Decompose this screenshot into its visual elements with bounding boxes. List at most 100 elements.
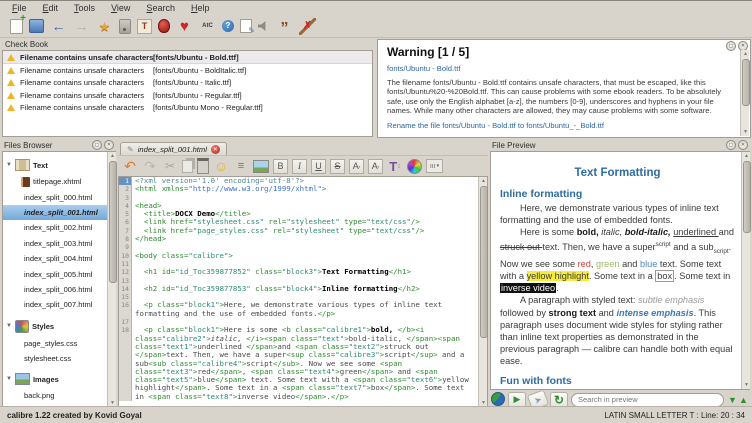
tree-item[interactable]: index_split_005.html: [3, 266, 115, 281]
line-number: 12: [119, 268, 132, 276]
scroll-down-icon[interactable]: ▼: [741, 128, 750, 136]
bold-icon[interactable]: B: [273, 159, 288, 174]
smiley-icon[interactable]: ☺: [213, 158, 229, 174]
tree-item[interactable]: stylesheet.css: [3, 351, 115, 366]
close-panel-icon[interactable]: [738, 140, 748, 150]
clean-broom-icon[interactable]: ✗: [299, 18, 316, 35]
code-text: <h2 id="id_Toc359877853" class="block4">…: [132, 285, 477, 293]
code-area[interactable]: 1<?xml version='1.0' encoding='utf-8'?>2…: [118, 176, 488, 408]
color-wheel-icon[interactable]: [407, 159, 422, 174]
scroll-down-icon[interactable]: ▼: [742, 381, 751, 389]
check-book-row[interactable]: Filename contains unsafe characters[font…: [3, 102, 372, 114]
tab-close-icon[interactable]: ✕: [211, 145, 220, 154]
check-book-bug-icon[interactable]: [158, 19, 170, 33]
scroll-up-icon[interactable]: ▲: [741, 50, 750, 58]
float-panel-icon[interactable]: [726, 41, 736, 51]
tree-item[interactable]: index_split_003.html: [3, 236, 115, 251]
change-case-icon[interactable]: ııı: [426, 159, 443, 173]
tree-item[interactable]: page_styles.css: [3, 336, 115, 351]
tree-item[interactable]: back.png: [3, 388, 115, 403]
save-icon[interactable]: [29, 19, 44, 33]
speaker-icon[interactable]: [258, 20, 270, 32]
file-name: index_split_007.html: [24, 300, 92, 309]
check-book-row[interactable]: Filename contains unsafe characters[font…: [3, 89, 372, 101]
editor-scrollbar[interactable]: ▲ ▼: [478, 177, 487, 407]
preview-scrollbar[interactable]: ▲ ▼: [741, 152, 750, 389]
tree-item[interactable]: index_split_007.html: [3, 297, 115, 312]
close-panel-icon[interactable]: [104, 140, 114, 150]
check-book-row[interactable]: Filename contains unsafe characters[font…: [3, 77, 372, 89]
underline-icon[interactable]: U: [311, 159, 326, 174]
new-file-icon[interactable]: [10, 19, 23, 34]
tree-section-images[interactable]: ▼Images: [3, 366, 115, 388]
menu-help[interactable]: Help: [183, 3, 218, 13]
editor-tab[interactable]: ✎ index_split_001.html ✕: [120, 142, 227, 155]
scroll-up-icon[interactable]: ▲: [742, 152, 751, 160]
code-line: 16 <p class="block1">Here, we demonstrat…: [119, 301, 487, 318]
font-icon[interactable]: T: [137, 19, 152, 34]
donate-heart-icon[interactable]: ♥: [176, 18, 193, 35]
menu-tools[interactable]: Tools: [66, 3, 103, 13]
preview-h1: Text Formatting: [500, 167, 735, 179]
check-book-row[interactable]: Filename contains unsafe characters[font…: [3, 51, 372, 64]
menu-file[interactable]: File: [4, 3, 35, 13]
disclosure-icon[interactable]: ▼: [6, 376, 12, 382]
help-icon[interactable]: ?: [222, 20, 234, 32]
check-message: Filename contains unsafe characters: [20, 103, 148, 112]
smarten-punctuation-icon[interactable]: ”: [276, 15, 293, 38]
menu-search[interactable]: Search: [138, 3, 183, 13]
scroll-up-icon[interactable]: ▲: [108, 152, 117, 160]
insert-image-icon[interactable]: [253, 160, 269, 173]
italic-icon[interactable]: I: [292, 159, 307, 174]
code-text: <link href="page_styles.css" rel="styles…: [132, 227, 477, 235]
float-panel-icon[interactable]: [726, 140, 736, 150]
menu-view[interactable]: View: [103, 3, 138, 13]
code-line: 10<body class="calibre">: [119, 252, 487, 260]
disclosure-icon[interactable]: ▼: [6, 323, 12, 329]
find-prev-up-icon[interactable]: ▲: [738, 394, 749, 406]
warning-rename-link[interactable]: Rename the file fonts/Ubuntu - Bold.ttf …: [387, 121, 740, 130]
subscript-icon[interactable]: A: [368, 159, 383, 174]
line-number: 2: [119, 185, 132, 193]
files-browser-scrollbar[interactable]: ▲ ▼: [107, 152, 116, 407]
menu-edit[interactable]: Edit: [35, 3, 67, 13]
line-number: 5: [119, 210, 132, 218]
wand-icon[interactable]: ★: [96, 18, 113, 35]
float-panel-icon[interactable]: [92, 140, 102, 150]
refresh-world-icon[interactable]: [491, 392, 505, 406]
line-number: 15: [119, 293, 132, 301]
spellcheck-icon[interactable]: AtC: [199, 18, 216, 35]
tree-item[interactable]: index_split_006.html: [3, 282, 115, 297]
undo-icon[interactable]: ↶: [122, 158, 138, 174]
redo-icon[interactable]: ↷: [142, 158, 158, 174]
tree-section-text[interactable]: ▼Text: [3, 152, 115, 174]
forward-icon[interactable]: →: [73, 18, 90, 35]
arrange-files-icon[interactable]: [240, 19, 252, 33]
preview-search-input[interactable]: [571, 393, 724, 407]
superscript-icon[interactable]: A: [349, 159, 364, 174]
line-number: 13: [119, 277, 132, 285]
tree-item[interactable]: titlepage.xhtml: [3, 174, 115, 189]
tree-item[interactable]: index_split_002.html: [3, 220, 115, 235]
strikethrough-icon[interactable]: S: [330, 159, 345, 174]
check-book-row[interactable]: Filename contains unsafe characters[font…: [3, 64, 372, 76]
tree-item[interactable]: index_split_000.html: [3, 189, 115, 204]
editor-tab-label: index_split_001.html: [138, 145, 207, 154]
font-size-icon[interactable]: T: [387, 158, 403, 174]
paste-icon[interactable]: [197, 158, 209, 174]
disclosure-icon[interactable]: ▼: [6, 162, 12, 168]
back-icon[interactable]: ←: [50, 18, 67, 35]
warning-file-link[interactable]: fonts/Ubuntu - Bold.ttf: [387, 64, 740, 73]
copy-icon[interactable]: [182, 160, 193, 173]
find-next-down-icon[interactable]: ▼: [727, 394, 738, 406]
cut-icon[interactable]: ✂: [162, 158, 178, 174]
warning-scrollbar[interactable]: ▲ ▼: [740, 50, 749, 136]
tree-section-styles[interactable]: ▼Styles: [3, 313, 115, 336]
scroll-up-icon[interactable]: ▲: [479, 177, 488, 185]
insert-tag-icon[interactable]: ≡: [233, 158, 249, 174]
checkpoint-icon[interactable]: [119, 19, 131, 34]
tree-item[interactable]: index_split_001.html: [3, 205, 115, 220]
tree-item[interactable]: index_split_004.html: [3, 251, 115, 266]
preview-p: This document has embedded the Ubuntu fo…: [500, 389, 735, 390]
preview-p: A paragraph with styled text: subtle emp…: [500, 294, 735, 367]
